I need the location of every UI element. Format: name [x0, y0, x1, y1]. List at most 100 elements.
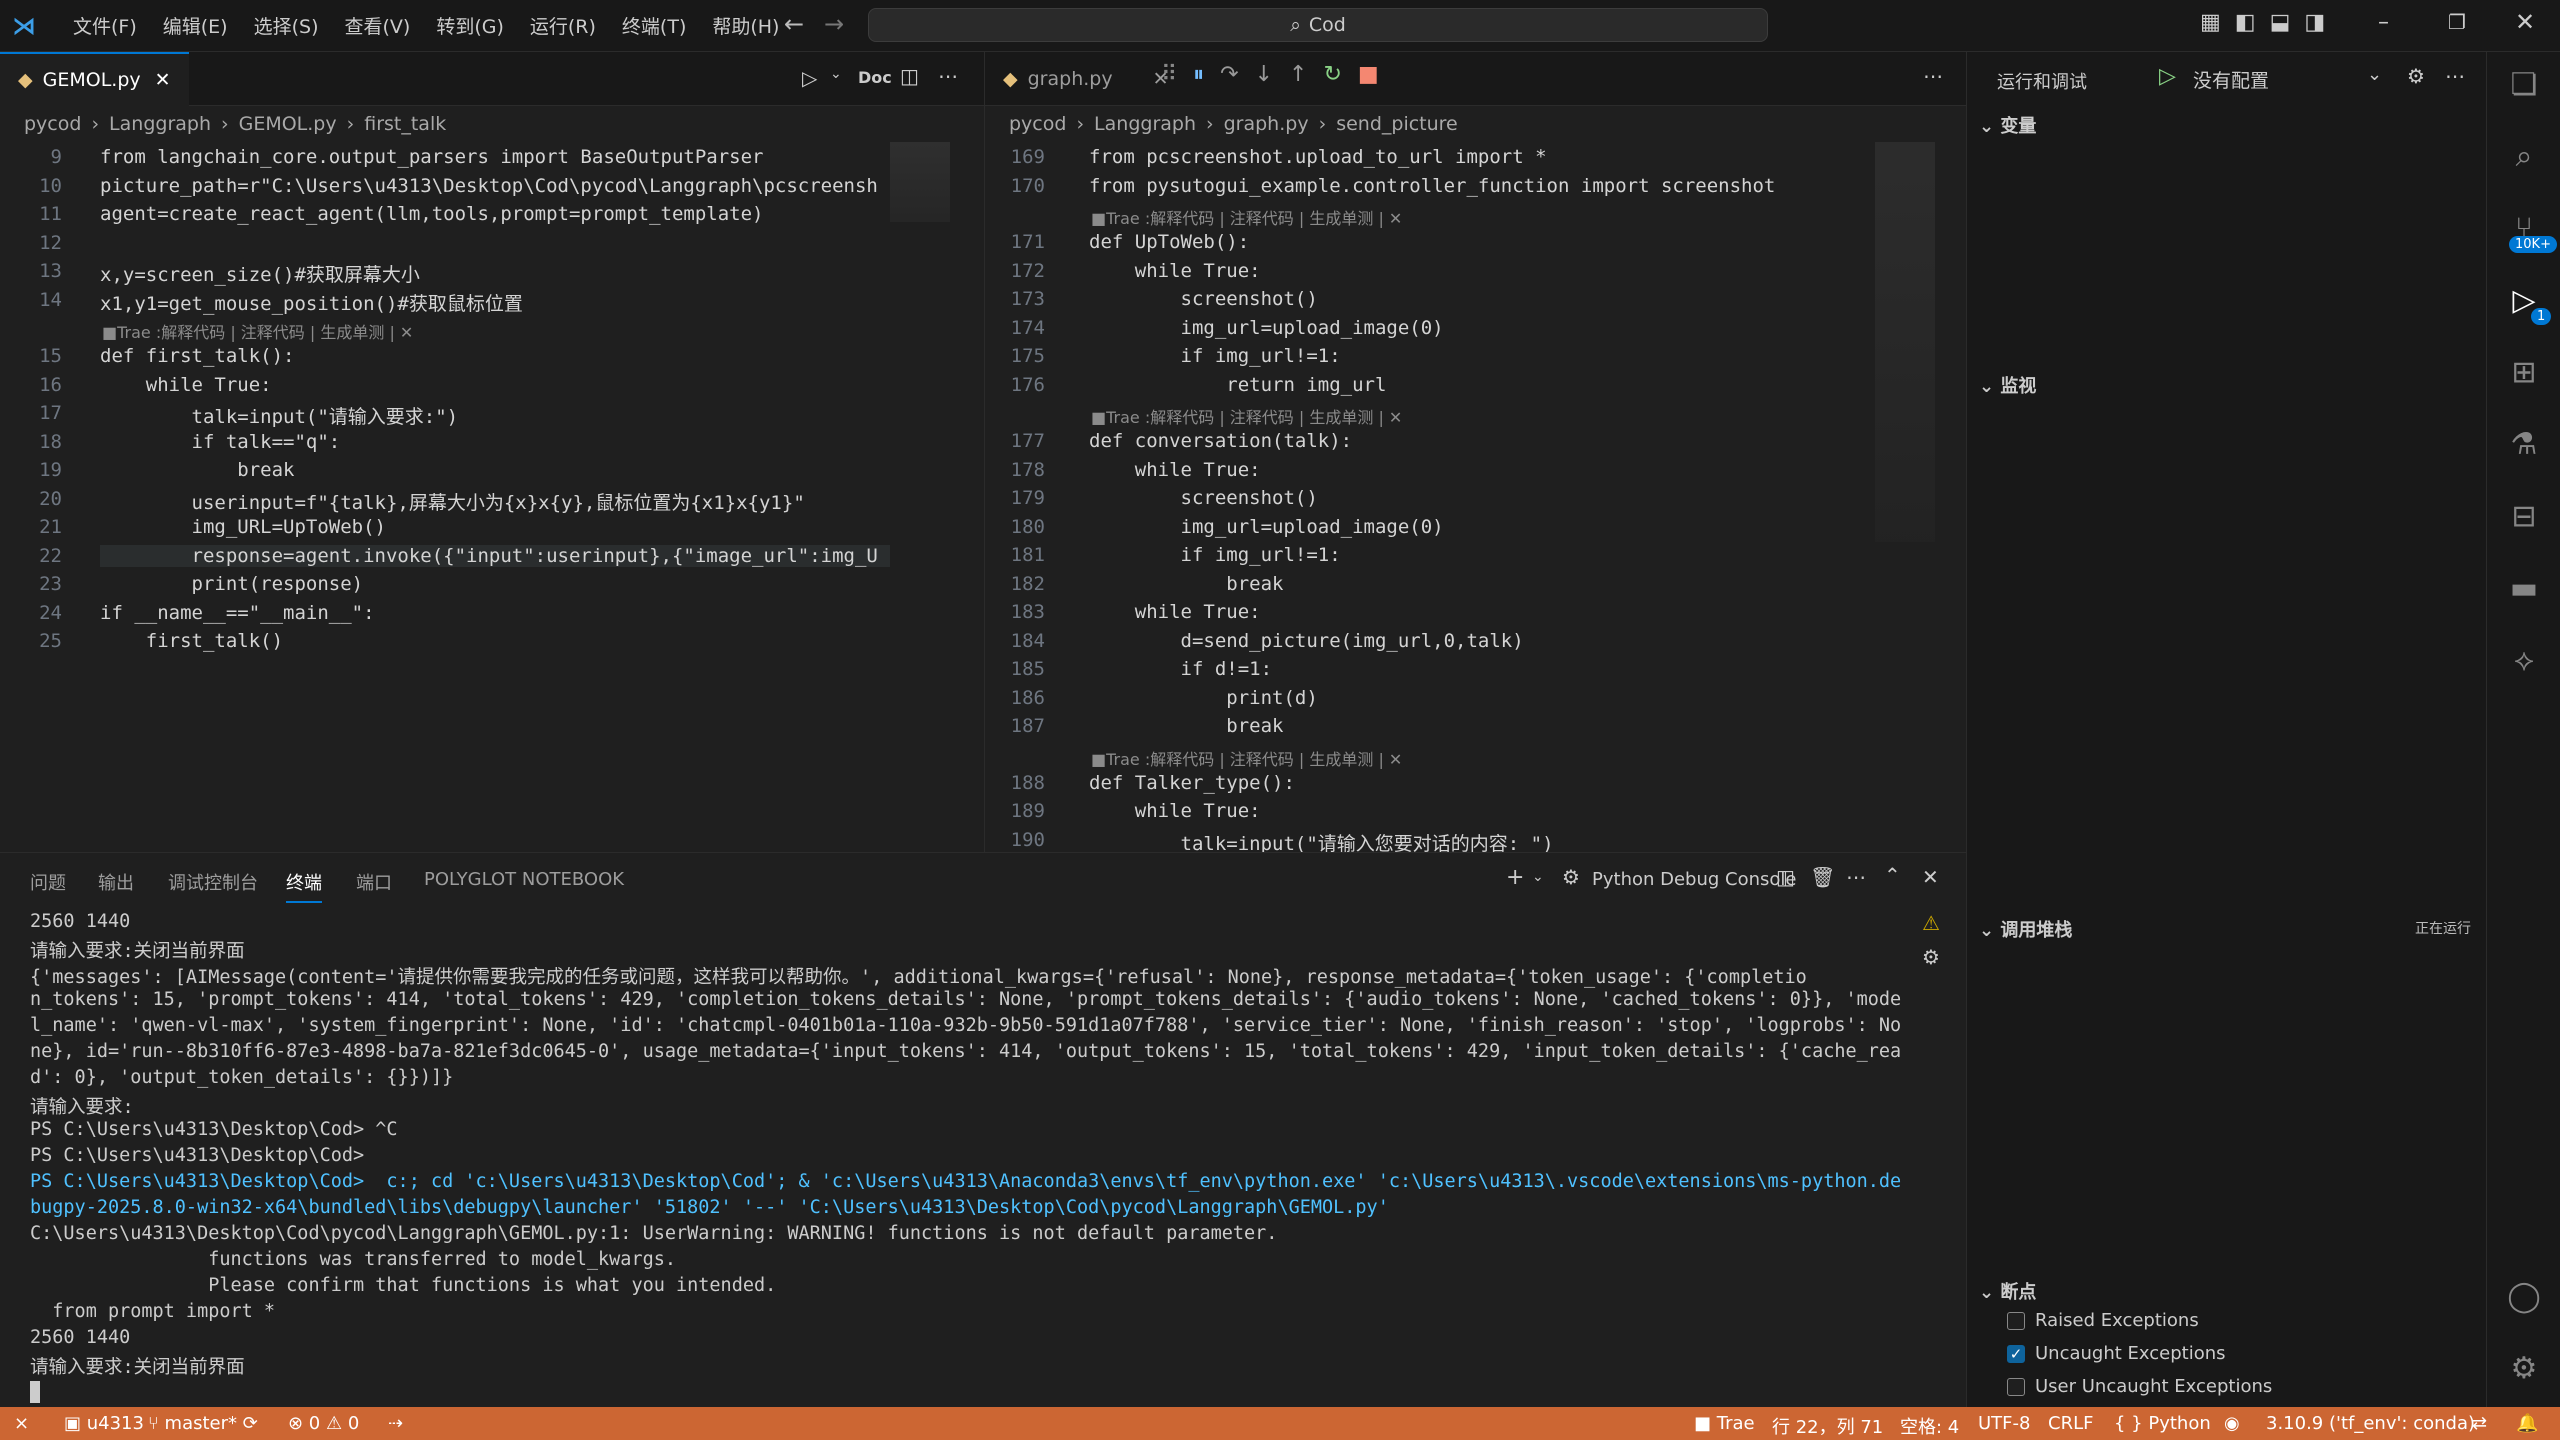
remote-indicator[interactable]: ⨯ [14, 1413, 29, 1434]
restart-icon[interactable]: ↻ [1323, 62, 1357, 87]
menu-edit[interactable]: 编辑(E) [150, 12, 241, 39]
explorer-icon[interactable]: ❏ [2505, 66, 2543, 104]
code-line[interactable]: if talk=="q": [100, 431, 341, 453]
menu-view[interactable]: 查看(V) [332, 12, 424, 39]
settings-gear-icon[interactable]: ⚙ [2505, 1350, 2543, 1388]
checkbox[interactable] [2007, 1312, 2025, 1330]
breakpoints-section[interactable]: ⌄ 断点 [1979, 1278, 2036, 1304]
code-line[interactable]: break [1089, 715, 1283, 737]
menu-goto[interactable]: 转到(G) [423, 12, 517, 39]
terminal-name[interactable]: Python Debug Console [1592, 869, 1797, 890]
drag-handle-icon[interactable]: ⠿ [1161, 62, 1193, 87]
stop-icon[interactable]: ■ [1358, 62, 1395, 87]
line-ending[interactable]: CRLF [2048, 1413, 2093, 1434]
new-terminal-icon[interactable]: + [1506, 865, 1524, 890]
code-area[interactable]: 169 from pcscreenshot.upload_to_url impor… [985, 142, 1865, 852]
branch-status[interactable]: ⑂ master* ⟳ [148, 1413, 258, 1434]
code-area[interactable]: 9 from langchain_core.output_parsers impo… [0, 142, 890, 842]
code-line[interactable]: while True: [1089, 459, 1261, 481]
breakpoint-raised[interactable]: Raised Exceptions [2007, 1310, 2199, 1331]
code-line[interactable]: img_URL=UpToWeb() [100, 516, 386, 538]
split-editor-icon[interactable]: ◫ [900, 64, 919, 88]
gear-icon[interactable]: ⚙ [2407, 64, 2425, 88]
ai-assistant-icon[interactable]: ⟡ [2505, 642, 2543, 680]
tab-polyglot[interactable]: POLYGLOT NOTEBOOK [424, 869, 624, 890]
breakpoint-user-uncaught[interactable]: User Uncaught Exceptions [2007, 1376, 2272, 1397]
crumb-file[interactable]: graph.py [1224, 113, 1309, 135]
code-line[interactable]: return img_url [1089, 374, 1386, 396]
variables-section[interactable]: ⌄ 变量 [1979, 112, 2036, 138]
customize-layout-icon[interactable]: ▦ [2200, 10, 2235, 35]
forward-arrow-icon[interactable]: → [824, 10, 844, 38]
code-line[interactable]: from langchain_core.output_parsers impor… [100, 146, 763, 168]
notifications-icon[interactable]: 🔔 [2516, 1413, 2538, 1434]
problems-status[interactable]: ⊗ 0 ⚠ 0 [288, 1413, 359, 1434]
code-line[interactable]: def first_talk(): [100, 345, 294, 367]
close-panel-icon[interactable]: ✕ [1922, 865, 1939, 889]
code-line[interactable]: print(d) [1089, 687, 1318, 709]
code-line[interactable]: first_talk() [100, 630, 283, 652]
menu-terminal[interactable]: 终端(T) [609, 12, 699, 39]
toggle-panel-icon[interactable]: ⬓ [2270, 10, 2305, 35]
code-line[interactable]: if img_url!=1: [1089, 345, 1341, 367]
run-dropdown-icon[interactable]: ⌄ [830, 66, 842, 82]
maximize-panel-icon[interactable]: ⌃ [1884, 863, 1901, 887]
doc-button[interactable]: Doc [858, 68, 892, 87]
code-line[interactable]: d=send_picture(img_url,0,talk) [1089, 630, 1524, 652]
code-lens[interactable]: ■Trae :解释代码 | 注释代码 | 生成单测 | ✕ [102, 319, 413, 343]
debug-terminal-icon[interactable]: ⚙ [1922, 945, 1940, 969]
code-line[interactable]: while True: [1089, 260, 1261, 282]
code-lens[interactable]: ■Trae :解释代码 | 注释代码 | 生成单测 | ✕ [1091, 746, 1402, 770]
tab-output[interactable]: 输出 [98, 869, 134, 895]
code-line[interactable]: while True: [1089, 800, 1261, 822]
split-terminal-icon[interactable]: ◫ [1776, 865, 1795, 889]
terminal-dropdown-icon[interactable]: ⌄ [1532, 869, 1544, 885]
callstack-section[interactable]: ⌄ 调用堆栈 [1979, 916, 2072, 942]
code-line[interactable]: x1,y1=get_mouse_position()#获取鼠标位置 [100, 289, 523, 316]
trash-icon[interactable]: 🗑 [1810, 865, 1835, 889]
crumb-symbol[interactable]: send_picture [1336, 113, 1458, 135]
code-line[interactable]: from pysutogui_example.controller_functi… [1089, 175, 1775, 197]
more-actions-icon[interactable]: ⋯ [1846, 865, 1866, 889]
menu-help[interactable]: 帮助(H) [699, 12, 792, 39]
tab-debug-console[interactable]: 调试控制台 [168, 869, 258, 895]
checkbox[interactable]: ✓ [2007, 1345, 2025, 1363]
tab-problems[interactable]: 问题 [30, 869, 66, 895]
code-lens[interactable]: ■Trae :解释代码 | 注释代码 | 生成单测 | ✕ [1091, 205, 1402, 229]
code-line[interactable]: def UpToWeb(): [1089, 231, 1249, 253]
code-line[interactable]: if img_url!=1: [1089, 544, 1341, 566]
code-line[interactable]: talk=input("请输入要求:") [100, 402, 459, 429]
crumb-folder[interactable]: pycod [1009, 113, 1066, 135]
tab-ports[interactable]: 端口 [356, 869, 392, 895]
warning-icon[interactable]: ⚠ [1922, 911, 1940, 935]
command-search[interactable]: ⌕ Cod [868, 8, 1768, 42]
terminal-view-icon[interactable]: ▬ [2505, 570, 2543, 608]
code-lens[interactable]: ■Trae :解释代码 | 注释代码 | 生成单测 | ✕ [1091, 404, 1402, 428]
tab-gemol[interactable]: ◆ GEMOL.py ✕ [0, 52, 189, 106]
more-actions-icon[interactable]: ⋯ [938, 64, 958, 88]
watch-section[interactable]: ⌄ 监视 [1979, 372, 2036, 398]
pause-icon[interactable]: ⏸ [1193, 62, 1220, 87]
run-file-icon[interactable]: ▷ [802, 66, 817, 90]
breakpoint-uncaught[interactable]: ✓ Uncaught Exceptions [2007, 1343, 2226, 1364]
account-icon[interactable]: ◯ [2505, 1278, 2543, 1316]
code-line[interactable]: screenshot() [1089, 487, 1318, 509]
code-line[interactable]: userinput=f"{talk},屏幕大小为{x}x{y},鼠标位置为{x1… [100, 488, 805, 515]
copilot-icon[interactable]: ◉ [2224, 1413, 2240, 1434]
toggle-sidebar-icon[interactable]: ◧ [2235, 10, 2270, 35]
step-into-icon[interactable]: ↓ [1255, 62, 1289, 87]
code-line[interactable]: def conversation(talk): [1089, 430, 1352, 452]
code-line[interactable]: break [100, 459, 294, 481]
back-arrow-icon[interactable]: ← [784, 10, 804, 38]
more-actions-icon[interactable]: ⋯ [1923, 64, 1943, 88]
start-debug-icon[interactable]: ▷ [2159, 64, 2176, 89]
code-line[interactable]: def Talker_type(): [1089, 772, 1295, 794]
more-actions-icon[interactable]: ⋯ [2445, 64, 2465, 88]
code-line[interactable]: response=agent.invoke({"input":userinput… [100, 544, 890, 567]
minimap[interactable] [890, 142, 950, 222]
code-line[interactable]: screenshot() [1089, 288, 1318, 310]
code-line[interactable]: break [1089, 573, 1283, 595]
indentation[interactable]: 空格: 4 [1900, 1413, 1959, 1439]
cursor-position[interactable]: 行 22，列 71 [1772, 1413, 1883, 1439]
crumb-folder[interactable]: pycod [24, 113, 81, 135]
